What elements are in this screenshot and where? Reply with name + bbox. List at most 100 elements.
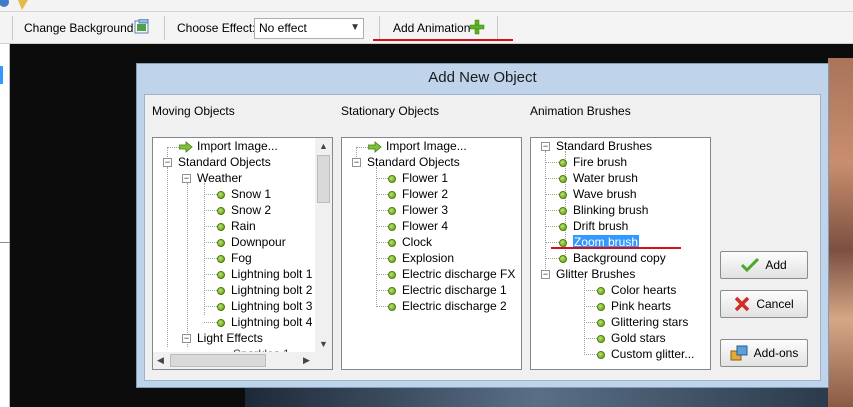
tree-item[interactable]: Color hearts bbox=[597, 282, 676, 298]
tree-item[interactable]: Lightning bolt 4 bbox=[217, 314, 312, 330]
scroll-left-icon[interactable]: ◀ bbox=[157, 355, 164, 366]
green-dot-icon bbox=[217, 254, 225, 263]
scroll-right-icon[interactable]: ▶ bbox=[303, 355, 310, 366]
tree-item-light-effects[interactable]: Light Effects bbox=[197, 330, 263, 346]
tree-item-label: Background copy bbox=[573, 251, 666, 265]
collapse-icon[interactable]: − bbox=[163, 158, 172, 167]
quick-access-icons[interactable] bbox=[0, 0, 34, 12]
collapse-icon[interactable]: − bbox=[182, 174, 191, 183]
tree-item[interactable]: Pink hearts bbox=[597, 298, 671, 314]
scroll-up-icon[interactable]: ▲ bbox=[319, 141, 328, 151]
tree-item[interactable]: Flower 1 bbox=[388, 170, 448, 186]
collapse-icon[interactable]: − bbox=[541, 142, 550, 151]
addons-icon bbox=[730, 345, 748, 361]
green-dot-icon bbox=[388, 206, 396, 215]
tree-item-label: Electric discharge 1 bbox=[402, 283, 507, 297]
tree-item[interactable]: Blinking brush bbox=[559, 202, 648, 218]
tree-item-label: Lightning bolt 4 bbox=[231, 315, 313, 329]
tree-item[interactable]: Custom glitter... bbox=[597, 346, 694, 362]
tree-item[interactable]: Lightning bolt 2 bbox=[217, 282, 312, 298]
green-dot-icon bbox=[217, 318, 225, 327]
green-dot-icon bbox=[597, 318, 605, 327]
tree-item[interactable]: Fog bbox=[217, 250, 252, 266]
toolbar-separator bbox=[497, 16, 498, 40]
tree-item[interactable]: Lightning bolt 3 bbox=[217, 298, 312, 314]
tree-item-label: Flower 2 bbox=[402, 187, 449, 201]
tree-item-standard-objects[interactable]: Standard Objects bbox=[367, 154, 460, 170]
left-panel-divider bbox=[0, 242, 10, 243]
tree-item[interactable]: Drift brush bbox=[559, 218, 628, 234]
green-dot-icon bbox=[559, 238, 567, 247]
annotation-underline bbox=[551, 247, 681, 249]
stationary-objects-tree[interactable]: Import Image... − Standard Objects Flowe… bbox=[341, 137, 522, 370]
tree-item[interactable]: Flower 2 bbox=[388, 186, 448, 202]
tree-item[interactable]: Lightning bolt 1 bbox=[217, 266, 312, 282]
canvas-photo-bottom bbox=[245, 385, 828, 407]
annotation-underline bbox=[373, 39, 513, 41]
tree-item[interactable]: Background copy bbox=[559, 250, 666, 266]
tree-item-import-image[interactable]: Import Image... bbox=[368, 138, 467, 154]
add-button[interactable]: Add bbox=[720, 251, 808, 279]
tree-item-label: Gold stars bbox=[611, 331, 666, 345]
green-dot-icon bbox=[597, 334, 605, 343]
tree-item[interactable]: Flower 3 bbox=[388, 202, 448, 218]
tree-item-label: Wave brush bbox=[573, 187, 637, 201]
tree-item[interactable]: Electric discharge 2 bbox=[388, 298, 507, 314]
effect-select[interactable]: No effect ▼ bbox=[254, 18, 364, 39]
green-dot-icon bbox=[388, 286, 396, 295]
tree-item-glitter-brushes[interactable]: Glitter Brushes bbox=[556, 266, 635, 282]
tree-item[interactable]: Flower 4 bbox=[388, 218, 448, 234]
green-dot-icon bbox=[559, 222, 567, 231]
tree-item[interactable]: Water brush bbox=[559, 170, 638, 186]
animation-brushes-tree[interactable]: − Standard Brushes Fire brush Water brush… bbox=[530, 137, 711, 370]
collapse-icon[interactable]: − bbox=[541, 270, 550, 279]
effect-select-value: No effect bbox=[259, 21, 307, 35]
tree-item-standard-brushes[interactable]: Standard Brushes bbox=[556, 138, 652, 154]
moving-objects-tree[interactable]: Import Image... − Standard Objects − Wea… bbox=[152, 137, 333, 370]
horizontal-scrollbar[interactable]: ◀ ▶ bbox=[153, 352, 332, 369]
scroll-thumb[interactable] bbox=[317, 155, 330, 203]
tree-item-standard-objects[interactable]: Standard Objects bbox=[178, 154, 271, 170]
green-dot-icon bbox=[217, 238, 225, 247]
tree-item[interactable]: Wave brush bbox=[559, 186, 637, 202]
tree-item[interactable]: Gold stars bbox=[597, 330, 666, 346]
tree-item[interactable]: Fire brush bbox=[559, 154, 627, 170]
green-dot-icon bbox=[217, 222, 225, 231]
tree-item[interactable]: Snow 2 bbox=[217, 202, 271, 218]
green-dot-icon bbox=[559, 254, 567, 263]
tree-item[interactable]: Explosion bbox=[388, 250, 454, 266]
green-dot-icon bbox=[597, 350, 605, 359]
green-dot-icon bbox=[388, 238, 396, 247]
tree-item-label: Flower 3 bbox=[402, 203, 449, 217]
change-background-button[interactable]: Change Background bbox=[24, 21, 133, 35]
tree-item-import-image[interactable]: Import Image... bbox=[179, 138, 278, 154]
left-panel bbox=[0, 44, 10, 407]
change-background-icon[interactable] bbox=[134, 19, 150, 35]
chevron-down-icon[interactable]: ▼ bbox=[350, 22, 360, 33]
add-animation-button[interactable]: Add Animation bbox=[393, 21, 470, 35]
addons-button[interactable]: Add-ons bbox=[720, 339, 808, 367]
scroll-thumb-horizontal[interactable] bbox=[170, 354, 266, 367]
vertical-scrollbar[interactable]: ▲ ▼ bbox=[315, 138, 332, 353]
cancel-button[interactable]: Cancel bbox=[720, 290, 808, 318]
tree-item[interactable]: Electric discharge 1 bbox=[388, 282, 507, 298]
toolbar-separator bbox=[164, 16, 165, 40]
tree-item-label: Downpour bbox=[231, 235, 286, 249]
plus-icon[interactable] bbox=[469, 19, 485, 35]
tree-item[interactable]: Clock bbox=[388, 234, 432, 250]
collapse-icon[interactable]: − bbox=[182, 334, 191, 343]
left-panel-marker bbox=[0, 66, 3, 84]
tree-item[interactable]: Rain bbox=[217, 218, 256, 234]
green-dot-icon bbox=[559, 158, 567, 167]
tree-item[interactable]: Electric discharge FX bbox=[388, 266, 515, 282]
green-dot-icon bbox=[597, 302, 605, 311]
tree-item[interactable]: Downpour bbox=[217, 234, 286, 250]
scroll-down-icon[interactable]: ▼ bbox=[319, 339, 328, 349]
tree-item[interactable]: Glittering stars bbox=[597, 314, 688, 330]
choose-effect-label: Choose Effect: bbox=[177, 21, 256, 35]
tree-item-label: Lightning bolt 3 bbox=[231, 299, 313, 313]
collapse-icon[interactable]: − bbox=[352, 158, 361, 167]
canvas-photo bbox=[828, 58, 853, 407]
tree-item-label: Custom glitter... bbox=[611, 347, 695, 361]
tree-item[interactable]: Snow 1 bbox=[217, 186, 271, 202]
